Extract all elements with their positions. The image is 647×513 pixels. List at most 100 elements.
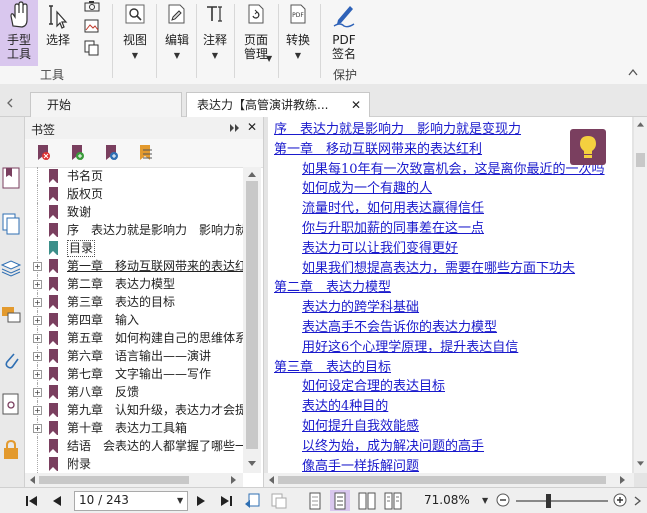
bookmark-item[interactable]: 附录 [25, 455, 243, 473]
signature-panel-icon[interactable] [2, 393, 20, 415]
expand-status-icon[interactable] [634, 496, 642, 506]
toc-section-link[interactable]: 如何提升自我效能感 [302, 415, 419, 434]
bookmark-panel-icon[interactable] [2, 167, 20, 189]
copy-icon[interactable] [84, 40, 100, 56]
toc-chapter-link[interactable]: 第二章 表达力模型 [274, 276, 391, 295]
thumbnails-icon[interactable] [2, 213, 20, 235]
bookmark-item[interactable]: + 第六章 语言输出——演讲 [25, 347, 243, 365]
bookmark-item[interactable]: + 第三章 表达的目标 [25, 293, 243, 311]
page-manage-button[interactable]: 页面 管理 ▼ [236, 0, 276, 66]
bookmark-item[interactable]: 版权页 [25, 185, 243, 203]
expand-icon[interactable]: + [33, 316, 42, 325]
expand-icon[interactable]: + [33, 370, 42, 379]
expand-icon[interactable]: + [33, 406, 42, 415]
page-number-field[interactable]: 10 / 243 ▼ [74, 491, 188, 511]
single-page-view-icon[interactable] [308, 492, 322, 510]
view-button[interactable]: 视图 ▼ [118, 0, 152, 66]
zoom-slider-handle[interactable] [546, 494, 551, 508]
panel-expand-icon[interactable] [229, 123, 241, 133]
continuous-view-button[interactable] [330, 490, 350, 511]
tab-close-icon[interactable]: ✕ [351, 93, 361, 117]
bookmark-item[interactable]: + 第二章 表达力模型 [25, 275, 243, 293]
page-dropdown-icon[interactable]: ▼ [177, 496, 183, 505]
select-button[interactable]: 选择 [40, 0, 76, 66]
edit-button[interactable]: 编辑 ▼ [160, 0, 194, 66]
go-back-view-icon[interactable] [244, 492, 262, 510]
two-page-view-icon[interactable] [358, 492, 376, 510]
next-page-icon[interactable] [196, 495, 206, 507]
document-hscroll-thumb[interactable] [278, 476, 606, 484]
tab-document[interactable]: 表达力【高管演讲教练... ✕ [186, 92, 370, 117]
expand-icon[interactable]: + [33, 388, 42, 397]
toc-chapter-link[interactable]: 第三章 表达的目标 [274, 356, 391, 375]
attachment-icon[interactable] [2, 349, 20, 371]
expand-icon[interactable]: + [33, 280, 42, 289]
expand-icon[interactable]: + [33, 262, 42, 271]
first-page-icon[interactable] [26, 495, 38, 507]
toc-section-link[interactable]: 用好这6个心理学原理，提升表达自信 [302, 336, 518, 355]
bookmark-horizontal-scrollbar[interactable] [25, 473, 243, 487]
expand-icon[interactable]: + [33, 424, 42, 433]
bookmark-item[interactable]: + 第一章 移动互联网带来的表达红 [25, 257, 243, 275]
bookmark-item[interactable]: 结语 会表达的人都掌握了哪些一 [25, 437, 243, 455]
pdf-sign-button[interactable]: PDF 签名 [324, 0, 364, 66]
scroll-up-icon[interactable] [248, 171, 256, 177]
image-icon[interactable] [84, 19, 100, 33]
zoom-dropdown-icon[interactable]: ▼ [482, 496, 488, 505]
toc-section-link[interactable]: 表达力的跨学科基础 [302, 296, 419, 315]
bookmark-item[interactable]: 书名页 [25, 167, 243, 185]
toc-section-link[interactable]: 表达力可以让我们变得更好 [302, 237, 458, 256]
bookmark-item[interactable]: 致谢 [25, 203, 243, 221]
toc-section-link[interactable]: 如果我们想提高表达力，需要在哪些方面下功夫 [302, 257, 575, 276]
lock-icon[interactable] [2, 439, 20, 461]
scroll-right-icon[interactable] [231, 476, 237, 484]
scroll-left-icon[interactable] [29, 476, 35, 484]
convert-button[interactable]: PDF 转换 ▼ [280, 0, 316, 66]
delete-bookmark-icon[interactable] [35, 144, 51, 162]
zoom-slider-track[interactable] [516, 500, 608, 502]
doc-scroll-down-icon[interactable] [637, 461, 644, 467]
last-page-icon[interactable] [220, 495, 232, 507]
toc-section-link[interactable]: 如何设定合理的表达目标 [302, 375, 445, 394]
tip-button[interactable] [570, 129, 606, 165]
toc-section-link[interactable]: 如果每10年有一次致富机会，这是离你最近的一次吗 [302, 158, 605, 177]
previous-page-icon[interactable] [52, 495, 62, 507]
tab-scroll-left-icon[interactable] [6, 98, 14, 108]
toc-chapter-link[interactable]: 第一章 移动互联网带来的表达红利 [274, 138, 482, 157]
document-horizontal-scrollbar[interactable] [264, 473, 634, 487]
toc-section-link[interactable]: 表达的4种目的 [302, 395, 388, 414]
add-bookmark-icon[interactable] [69, 144, 85, 162]
toc-section-link[interactable]: 如何成为一个有趣的人 [302, 177, 432, 196]
collapse-ribbon-icon[interactable] [628, 68, 638, 76]
toc-chapter-link[interactable]: 序 表达力就是影响力 影响力就是变现力 [274, 118, 521, 137]
add-child-bookmark-icon[interactable] [103, 144, 119, 162]
layers-icon[interactable] [0, 259, 22, 277]
toc-section-link[interactable]: 你与升职加薪的同事差在这一点 [302, 217, 484, 236]
doc-scroll-up-icon[interactable] [637, 121, 644, 127]
bookmark-item[interactable]: + 第四章 输入 [25, 311, 243, 329]
doc-scroll-left-icon[interactable] [268, 476, 274, 484]
bookmark-vertical-scrollbar[interactable] [243, 167, 261, 473]
expand-icon[interactable]: + [33, 334, 42, 343]
bookmark-item[interactable]: + 第五章 如何构建自己的思维体系 [25, 329, 243, 347]
annotate-button[interactable]: 注释 ▼ [198, 0, 232, 66]
zoom-in-icon[interactable] [613, 493, 627, 507]
two-page-continuous-icon[interactable] [384, 492, 402, 510]
bookmark-scroll-thumb[interactable] [246, 181, 258, 449]
scroll-down-icon[interactable] [248, 461, 256, 467]
expand-icon[interactable]: + [33, 352, 42, 361]
doc-scroll-right-icon[interactable] [620, 476, 626, 484]
bookmark-item[interactable]: 序 表达力就是影响力 影响力就 [25, 221, 243, 239]
toc-section-link[interactable]: 流量时代，如何用表达赢得信任 [302, 197, 484, 216]
tab-home[interactable]: 开始 [30, 92, 182, 117]
document-scroll-thumb[interactable] [636, 153, 645, 167]
bookmark-item[interactable]: 目录 [25, 239, 243, 257]
comments-icon[interactable] [1, 305, 21, 325]
toc-section-link[interactable]: 以终为始，成为解决问题的高手 [302, 435, 484, 454]
go-forward-view-icon[interactable] [270, 492, 288, 510]
bookmark-item[interactable]: + 第八章 反馈 [25, 383, 243, 401]
expand-icon[interactable]: + [33, 298, 42, 307]
bookmark-list-icon[interactable] [137, 144, 153, 162]
panel-close-icon[interactable]: ✕ [247, 120, 257, 134]
toc-section-link[interactable]: 表达高手不会告诉你的表达力模型 [302, 316, 497, 335]
